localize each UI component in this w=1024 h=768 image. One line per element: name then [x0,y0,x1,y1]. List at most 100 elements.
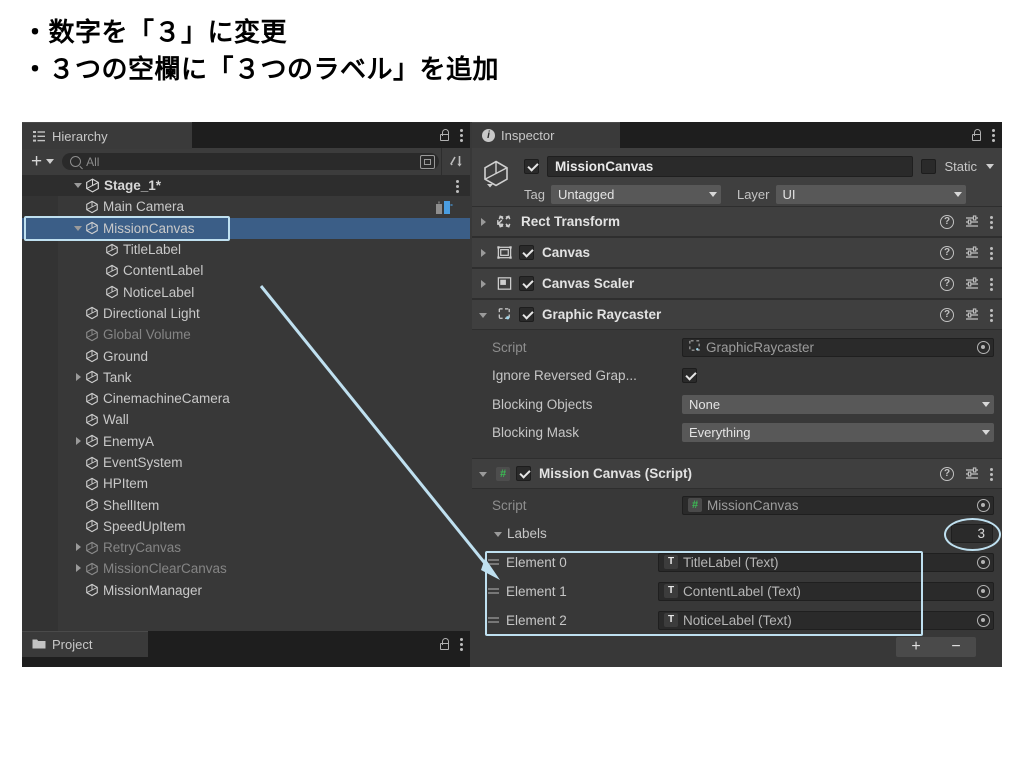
component-header-canvas[interactable]: Canvas? [472,237,1002,268]
element-object-field[interactable]: TContentLabel (Text) [658,582,994,601]
component-header-rect-transform[interactable]: Rect Transform? [472,206,1002,237]
mission-canvas-script-header[interactable]: # Mission Canvas (Script) ? [472,458,1002,489]
fold-icon[interactable] [72,367,85,388]
hierarchy-item-shellitem[interactable]: ShellItem [22,494,470,515]
object-picker-icon[interactable] [977,499,990,512]
hierarchy-item-speedupitem[interactable]: SpeedUpItem [22,516,470,537]
preset-icon[interactable] [965,246,979,259]
script-object-field[interactable]: GraphicRaycaster [682,338,994,357]
static-dropdown-icon[interactable] [986,164,994,169]
component-menu-icon[interactable] [990,246,994,260]
ignore-reversed-graphics-checkbox[interactable] [682,368,697,383]
hierarchy-item-missionmanager[interactable]: MissionManager [22,580,470,601]
scene-menu-icon[interactable] [456,179,460,193]
hierarchy-item-missionclearcanvas[interactable]: MissionClearCanvas [22,558,470,579]
component-menu-icon[interactable] [990,277,994,291]
fold-icon[interactable] [72,558,85,579]
labels-element-row[interactable]: Element 1TContentLabel (Text) [472,577,1002,606]
fold-icon[interactable] [72,218,85,239]
lock-icon[interactable] [439,129,450,142]
help-icon[interactable]: ? [940,467,954,481]
preset-icon[interactable] [965,467,979,480]
fold-icon[interactable] [72,431,85,452]
hierarchy-item-cinemachinecamera[interactable]: CinemachineCamera [22,388,470,409]
search-scope-icon[interactable] [420,155,435,169]
inspector-menu-icon[interactable] [992,128,996,142]
project-lock-icon[interactable] [439,638,450,651]
tab-hierarchy[interactable]: Hierarchy [22,122,192,149]
help-icon[interactable]: ? [940,277,954,291]
component-enabled-checkbox[interactable] [519,245,534,260]
add-gameobject-button[interactable]: + [22,155,62,169]
static-checkbox[interactable] [921,159,936,174]
component-enabled-checkbox[interactable] [519,276,534,291]
object-picker-icon[interactable] [977,614,990,627]
hierarchy-item-enemya[interactable]: EnemyA [22,431,470,452]
hierarchy-item-directional-light[interactable]: Directional Light [22,303,470,324]
component-enabled-checkbox[interactable] [519,307,534,322]
labels-element-row[interactable]: Element 0TTitleLabel (Text) [472,548,1002,577]
hierarchy-item-global-volume[interactable]: Global Volume [22,324,470,345]
hierarchy-item-tank[interactable]: Tank [22,367,470,388]
blocking-objects-dropdown[interactable]: None [682,395,994,414]
hierarchy-tree[interactable]: Stage_1* Main CameraMissionCanvasTitleLa… [22,175,470,631]
component-fold-icon[interactable] [477,243,490,263]
object-picker-icon[interactable] [977,585,990,598]
element-object-field[interactable]: TTitleLabel (Text) [658,553,994,572]
help-icon[interactable]: ? [940,246,954,260]
hierarchy-item-noticelabel[interactable]: NoticeLabel [22,281,470,302]
mission-canvas-fold-icon[interactable] [477,464,490,484]
labels-array-size-field[interactable]: 3 [951,524,993,543]
layer-dropdown[interactable]: UI [776,185,966,204]
component-menu-icon[interactable] [990,308,994,322]
element-object-field[interactable]: TNoticeLabel (Text) [658,611,994,630]
labels-array-header[interactable]: Labels 3 [472,520,1002,548]
mission-canvas-enabled-checkbox[interactable] [516,466,531,481]
tab-project[interactable]: Project [22,631,148,657]
hierarchy-item-eventsystem[interactable]: EventSystem [22,452,470,473]
remove-element-button[interactable]: − [951,638,960,656]
hierarchy-item-contentlabel[interactable]: ContentLabel [22,260,470,281]
component-header-graphic-raycaster[interactable]: Graphic Raycaster? [472,299,1002,330]
inspector-lock-icon[interactable] [971,129,982,142]
help-icon[interactable]: ? [940,215,954,229]
hierarchy-item-ground[interactable]: Ground [22,345,470,366]
hierarchy-item-hpitem[interactable]: HPItem [22,473,470,494]
component-menu-icon[interactable] [990,467,994,481]
hierarchy-item-main-camera[interactable]: Main Camera [22,196,470,217]
fold-icon[interactable] [72,537,85,558]
hierarchy-scene-row[interactable]: Stage_1* [22,175,470,196]
hierarchy-item-missioncanvas[interactable]: MissionCanvas [22,218,470,239]
hierarchy-item-titlelabel[interactable]: TitleLabel [22,239,470,260]
component-fold-icon[interactable] [477,274,490,294]
hierarchy-menu-icon[interactable] [460,128,464,142]
preset-icon[interactable] [965,308,979,321]
component-fold-icon[interactable] [477,305,490,325]
hierarchy-item-retrycanvas[interactable]: RetryCanvas [22,537,470,558]
tab-inspector[interactable]: i Inspector [472,122,620,148]
component-fold-icon[interactable] [477,212,490,232]
preset-icon[interactable] [965,277,979,290]
scene-fold-icon[interactable] [72,175,85,196]
labels-fold-icon[interactable] [492,524,505,544]
drag-handle-icon[interactable] [486,586,502,596]
mc-script-object-field[interactable]: # MissionCanvas [682,496,994,515]
object-picker-icon[interactable] [977,341,990,354]
project-menu-icon[interactable] [460,637,464,651]
preset-icon[interactable] [965,215,979,228]
object-name-field[interactable]: MissionCanvas [547,156,913,177]
drag-handle-icon[interactable] [486,615,502,625]
sort-button[interactable] [441,148,470,175]
add-element-button[interactable]: + [911,638,920,656]
blocking-mask-dropdown[interactable]: Everything [682,423,994,442]
hierarchy-item-wall[interactable]: Wall [22,409,470,430]
component-header-canvas-scaler[interactable]: Canvas Scaler? [472,268,1002,299]
tag-dropdown[interactable]: Untagged [551,185,721,204]
object-picker-icon[interactable] [977,556,990,569]
drag-handle-icon[interactable] [486,557,502,567]
object-active-checkbox[interactable] [524,159,539,174]
hierarchy-search-input[interactable]: All [62,153,439,170]
component-menu-icon[interactable] [990,215,994,229]
labels-element-row[interactable]: Element 2TNoticeLabel (Text) [472,606,1002,635]
help-icon[interactable]: ? [940,308,954,322]
